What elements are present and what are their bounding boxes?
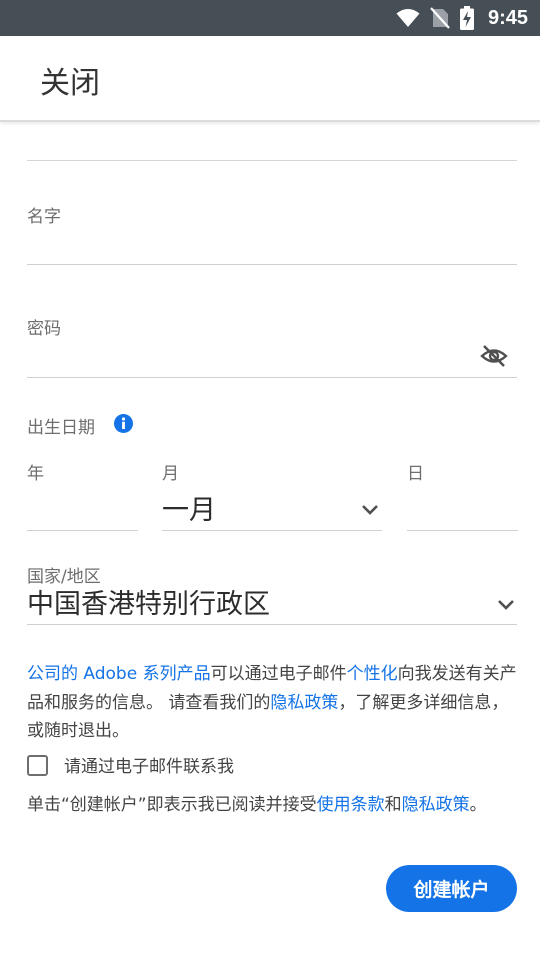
month-select[interactable]: 一月 xyxy=(162,488,216,527)
personalize-link[interactable]: 个性化 xyxy=(347,664,398,684)
privacy-policy-link[interactable]: 隐私政策 xyxy=(270,693,338,713)
battery-charging-icon xyxy=(459,6,474,30)
name-input[interactable] xyxy=(27,264,517,265)
status-time: 9:45 xyxy=(487,6,528,29)
password-label: 密码 xyxy=(27,319,61,339)
terms-of-use-link[interactable]: 使用条款 xyxy=(317,795,385,815)
country-select[interactable]: 中国香港特别行政区 xyxy=(27,582,270,621)
day-input[interactable] xyxy=(407,530,518,531)
chevron-down-icon[interactable] xyxy=(496,598,516,612)
email-contact-label[interactable]: 请通过电子邮件联系我 xyxy=(64,752,234,777)
hide-password-icon[interactable] xyxy=(480,342,508,370)
status-icons: 9:45 xyxy=(396,0,528,36)
chevron-down-icon[interactable] xyxy=(360,503,380,517)
app-bar: 关闭 xyxy=(0,36,540,122)
terms-text: 单击“创建帐户”即表示我已阅读并接受使用条款和隐私政策。 xyxy=(27,795,487,815)
year-label: 年 xyxy=(27,464,44,484)
year-input[interactable] xyxy=(27,530,138,531)
email-contact-checkbox[interactable] xyxy=(27,755,48,776)
adobe-products-link[interactable]: 公司的 Adobe 系列产品 xyxy=(27,664,211,684)
birthdate-label: 出生日期 xyxy=(27,418,95,438)
country-underline xyxy=(27,624,517,625)
no-sim-icon xyxy=(430,7,450,29)
name-label: 名字 xyxy=(27,207,61,227)
status-bar: 9:45 xyxy=(0,0,540,36)
previous-field-underline xyxy=(27,160,517,161)
close-button[interactable]: 关闭 xyxy=(40,58,100,102)
privacy-policy-link-2[interactable]: 隐私政策 xyxy=(402,795,470,815)
month-label: 月 xyxy=(162,464,179,484)
password-input[interactable] xyxy=(27,377,517,378)
create-account-button[interactable]: 创建帐户 xyxy=(386,865,517,912)
day-label: 日 xyxy=(407,464,424,484)
info-icon[interactable] xyxy=(114,414,133,433)
wifi-icon xyxy=(396,9,420,27)
marketing-consent-text: 公司的 Adobe 系列产品可以通过电子邮件个性化向我发送有关产品和服务的信息。… xyxy=(27,664,517,741)
month-underline xyxy=(162,530,382,531)
